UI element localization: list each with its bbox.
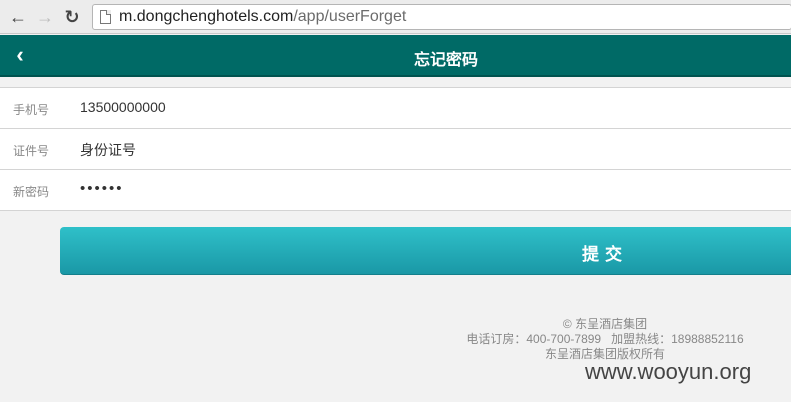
footer: © 东呈酒店集团 电话订房：400-700-7899 加盟热线：18988852…: [450, 317, 760, 362]
reload-icon[interactable]: ↻: [62, 7, 82, 27]
watermark: www.wooyun.org: [585, 359, 752, 384]
page-icon: [100, 10, 111, 24]
browser-toolbar: ← → ↻ m.dongchenghotels.com/app/userForg…: [0, 0, 791, 34]
password-label: 新密码: [13, 185, 50, 199]
footer-copyright: © 东呈酒店集团: [562, 317, 648, 331]
phone-row: 手机号 13500000000: [0, 88, 791, 129]
id-label: 证件号: [13, 144, 50, 158]
id-row: 证件号 身份证号: [0, 129, 791, 170]
url-host: m.dongchenghotels.com: [119, 8, 294, 25]
submit-button[interactable]: 提交: [60, 227, 791, 275]
submit-label: 提交: [582, 245, 628, 264]
phone-input[interactable]: 13500000000: [80, 99, 166, 115]
forward-arrow-icon[interactable]: →: [35, 7, 55, 27]
page-title: 忘记密码: [414, 52, 479, 69]
address-bar[interactable]: m.dongchenghotels.com/app/userForget: [92, 4, 791, 30]
app-header: ‹ 忘记密码: [0, 35, 791, 77]
id-input[interactable]: 身份证号: [80, 140, 136, 160]
back-arrow-icon[interactable]: ←: [8, 7, 28, 27]
url-path: /app/userForget: [293, 8, 407, 25]
phone-label: 手机号: [13, 103, 50, 117]
footer-contact: 电话订房：400-700-7899 加盟热线：18988852116: [466, 332, 744, 346]
url-text[interactable]: m.dongchenghotels.com/app/userForget: [119, 8, 406, 26]
password-row: 新密码 ••••••: [0, 170, 791, 210]
new-password-input[interactable]: ••••••: [80, 180, 124, 197]
forget-password-form: 手机号 13500000000 证件号 身份证号 新密码 ••••••: [0, 87, 791, 211]
